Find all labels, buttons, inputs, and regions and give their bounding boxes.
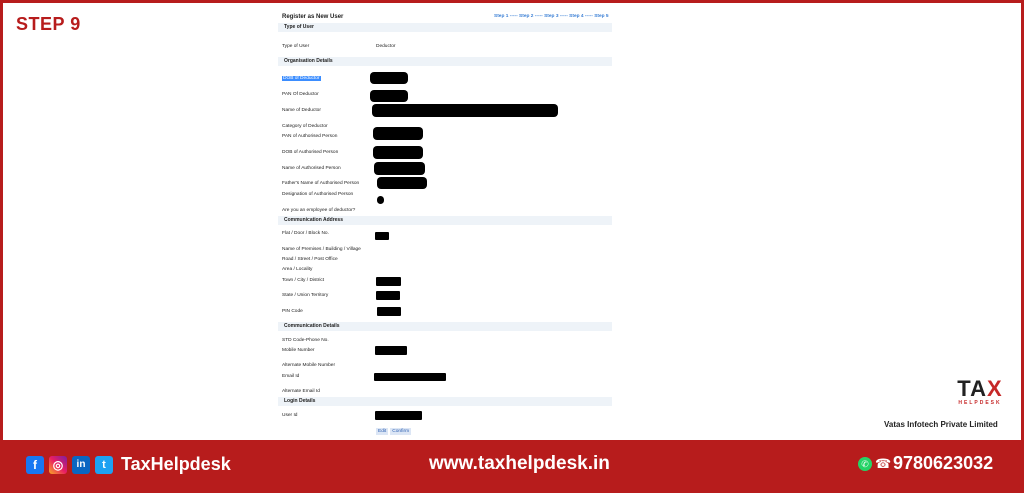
label-area: Area / Locality [282,267,313,272]
label-dob-deductor: DOB of Deductor [282,76,321,81]
section-organisation: Organisation Details [278,57,612,66]
redacted-pan-deductor [370,90,408,102]
redacted-name-auth [374,162,425,175]
phone-number[interactable]: 9780623032 [893,453,993,474]
label-type-of-user: Type of User [282,44,310,49]
edit-button[interactable]: Edit [376,428,389,435]
registration-form: Register as New User Step 1 ----- Step 2… [278,10,612,440]
phone-icon: ☎ [875,455,892,471]
confirm-button[interactable]: Confirm [390,428,412,435]
form-title: Register as New User [282,14,344,20]
social-links: f ◎ in t TaxHelpdesk [26,454,231,475]
section-type-of-user: Type of User [278,23,612,32]
redacted-dob-auth [373,146,423,159]
label-mobile: Mobile Number [282,348,315,353]
taxhelpdesk-logo: TAX HELPDESK [957,376,1003,407]
step-progress: Step 1 ----- Step 2 ----- Step 3 ----- S… [494,14,609,19]
redacted-dob-deductor [370,72,408,84]
label-alt-email: Alternate Email Id [282,389,320,394]
label-std: STD Code-Phone No. [282,338,329,343]
label-pan-deductor: PAN Of Deductor [282,92,319,97]
step-label: STEP 9 [16,14,81,34]
value-type-of-user: Deductor [376,44,396,49]
label-user-id: User Id [282,413,298,418]
redacted-mobile [375,346,407,355]
whatsapp-icon: ✆ [858,456,872,471]
label-premises: Name of Premises / Building / Village [282,247,361,252]
linkedin-icon[interactable]: in [72,455,90,474]
redacted-email [374,373,446,381]
redacted-user-id [375,411,422,420]
redacted-pin [377,307,401,316]
label-dob-auth: DOB of Authorised Person [282,150,339,155]
label-name-deductor: Name of Deductor [282,108,321,113]
footer-brand: TaxHelpdesk [121,454,231,474]
label-alt-mobile: Alternate Mobile Number [282,363,336,368]
label-pan-auth: PAN of Authorised Person [282,134,338,139]
redacted-desig-auth [377,196,384,204]
label-name-auth: Name of Authorised Person [282,166,341,171]
label-state: State / Union Territory [282,293,329,298]
label-road: Road / Street / Post Office [282,257,338,262]
label-employee: Are you an employee of deductor? [282,208,356,213]
footer-bar: f ◎ in t TaxHelpdesk www.taxhelpdesk.in … [0,440,1024,493]
redacted-pan-auth [373,127,423,140]
label-pin: PIN Code [282,309,303,314]
label-desig-auth: Designation of Authorised Person [282,192,354,197]
facebook-icon[interactable]: f [26,455,44,474]
redacted-father-auth [377,177,427,189]
redacted-flat [375,232,389,240]
label-town: Town / City / District [282,278,325,283]
instagram-icon[interactable]: ◎ [49,455,67,474]
redacted-state [376,291,400,300]
company-name: Vatas Infotech Private Limited [884,420,998,429]
redacted-town [376,277,401,286]
label-flat: Flat / Door / Block No. [282,231,329,236]
form-actions: Edit Confirm [376,428,413,435]
section-comm-address: Communication Address [278,216,612,225]
label-category: Category of Deductor [282,124,328,129]
contact-phone: ✆ ☎ 9780623032 [858,453,993,474]
redacted-name-deductor [372,104,558,117]
twitter-icon[interactable]: t [95,455,113,474]
section-comm-details: Communication Details [278,322,612,331]
website-link[interactable]: www.taxhelpdesk.in [429,453,610,475]
label-email: Email Id [282,374,300,379]
label-father-auth: Father's Name of Authorised Person [282,181,360,186]
section-login: Login Details [278,397,612,406]
